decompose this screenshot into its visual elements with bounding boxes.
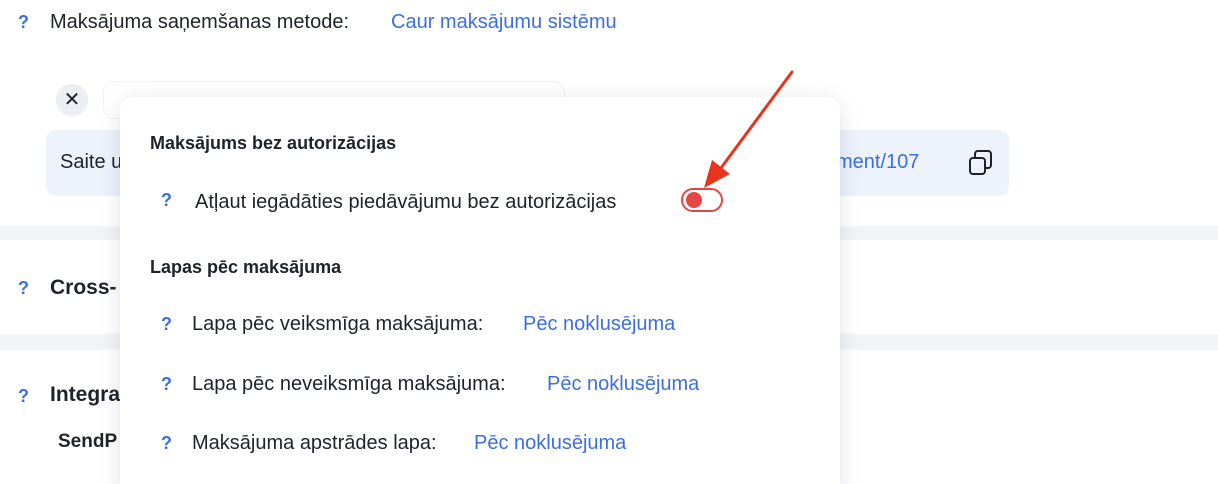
- allow-no-auth-toggle[interactable]: [681, 188, 723, 212]
- help-icon[interactable]: ?: [18, 278, 29, 299]
- payment-method-link[interactable]: Caur maksājumu sistēmu: [391, 11, 617, 34]
- after-payment-section-title: Lapas pēc maksājuma: [150, 257, 342, 277]
- no-auth-section-title: Maksājums bez autorizācijas: [150, 133, 397, 153]
- processing-page-link[interactable]: Pēc noklusējuma: [474, 432, 626, 455]
- payment-method-label: Maksājuma saņemšanas metode:: [50, 11, 350, 33]
- toggle-knob: [686, 192, 702, 208]
- help-icon[interactable]: ?: [161, 314, 172, 335]
- help-icon[interactable]: ?: [161, 433, 172, 454]
- help-icon[interactable]: ?: [161, 190, 172, 211]
- help-icon[interactable]: ?: [18, 12, 29, 33]
- success-page-link[interactable]: Pēc noklusējuma: [523, 313, 675, 336]
- help-icon[interactable]: ?: [161, 374, 172, 395]
- settings-popup: Maksājums bez autorizācijas ? Atļaut ieg…: [120, 97, 840, 484]
- success-page-label: Lapa pēc veiksmīga maksājuma:: [192, 313, 484, 335]
- help-icon[interactable]: ?: [18, 386, 29, 407]
- cross-section-title: Cross-: [50, 276, 117, 299]
- failure-page-link[interactable]: Pēc noklusējuma: [547, 373, 699, 396]
- payment-link-url[interactable]: yment/107: [826, 151, 919, 174]
- failure-page-label: Lapa pēc neveiksmīga maksājuma:: [192, 373, 506, 395]
- integration-item[interactable]: SendP: [58, 431, 117, 453]
- integrations-title: Integra: [50, 383, 121, 406]
- copy-icon[interactable]: [966, 148, 996, 178]
- payment-link-label: Saite u: [60, 151, 123, 173]
- allow-no-auth-label: Atļaut iegādāties piedāvājumu bez autori…: [195, 191, 617, 213]
- close-icon[interactable]: ✕: [56, 84, 88, 116]
- processing-page-label: Maksājuma apstrādes lapa:: [192, 432, 437, 454]
